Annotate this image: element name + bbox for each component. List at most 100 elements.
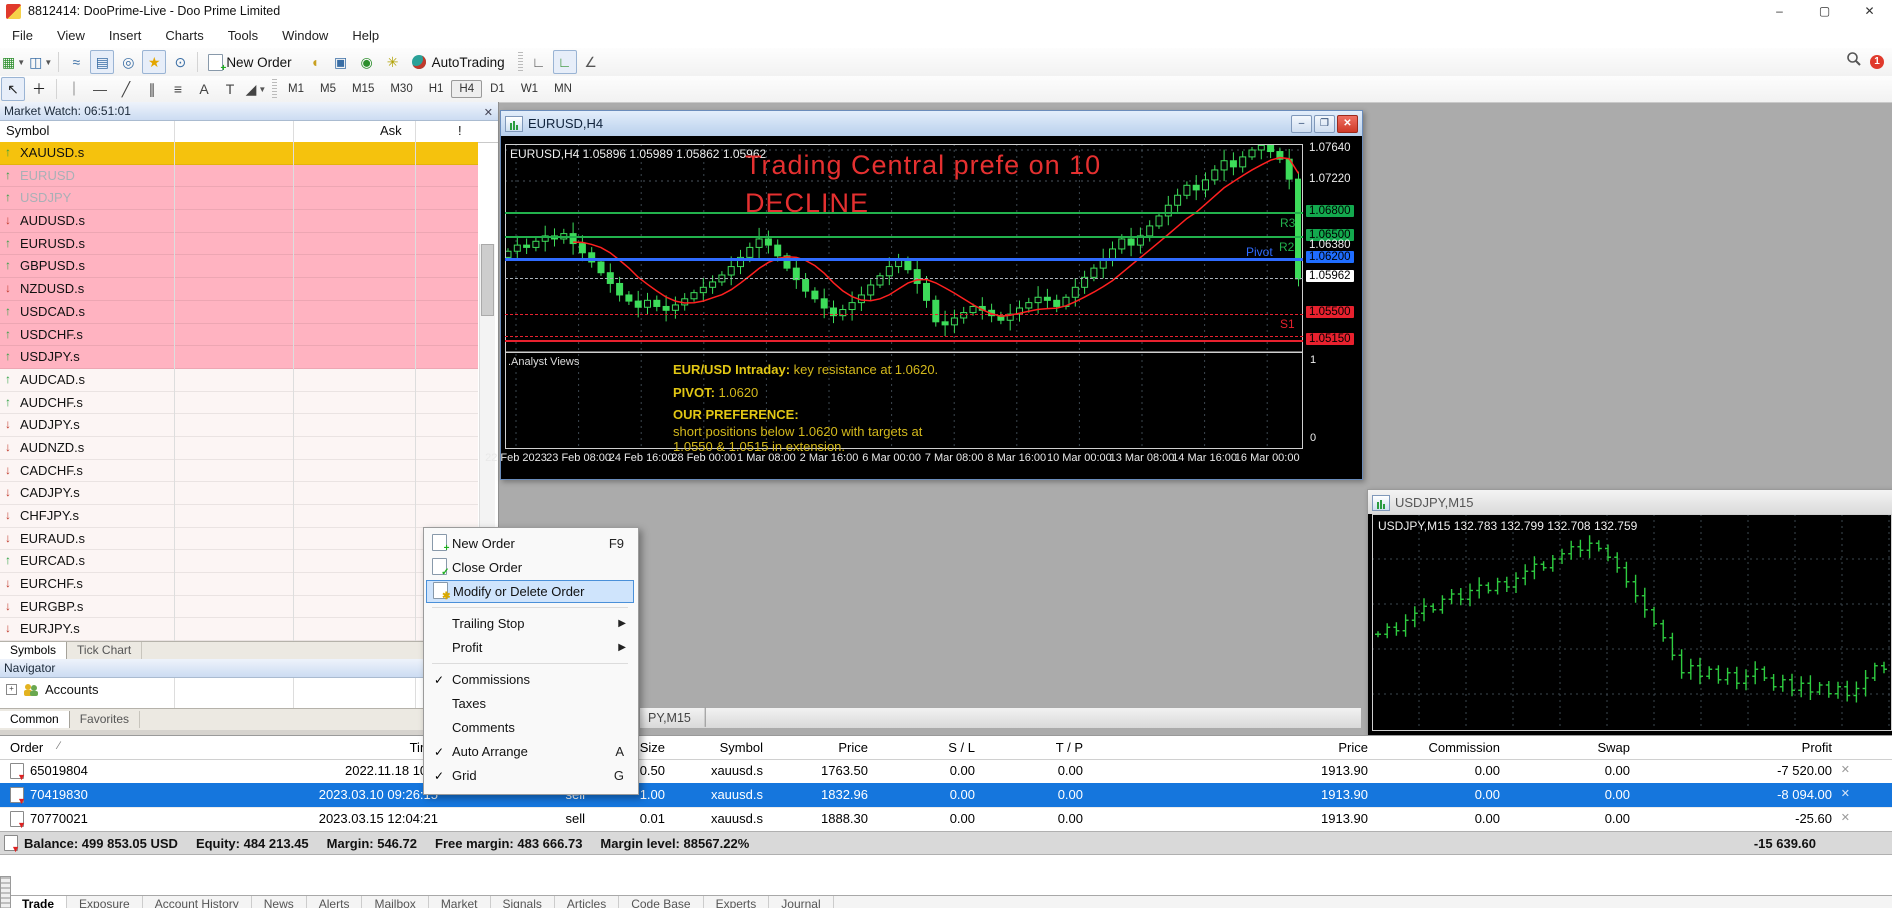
data-window-button[interactable]: ◎	[116, 50, 140, 74]
market-watch-row[interactable]: ↑EURUSD1.059571.0596811	[0, 165, 478, 188]
tab-tick-chart[interactable]: Tick Chart	[67, 642, 142, 660]
tab-common[interactable]: Common	[0, 711, 70, 728]
timeframe-d1[interactable]: D1	[482, 80, 513, 98]
timeframe-h4[interactable]: H4	[451, 80, 482, 98]
shapes-tool[interactable]: ◢▼	[244, 77, 268, 101]
panel-grip[interactable]	[0, 876, 11, 908]
menu-item-comments[interactable]: Comments	[426, 716, 634, 739]
usdjpy-window-titlebar[interactable]: USDJPY,M15	[1368, 490, 1892, 516]
candle-chart-mode-button[interactable]: ∟	[553, 50, 577, 74]
market-watch-row[interactable]: ↑AUDCHF.s0.616540.6167117	[0, 392, 478, 415]
bottom-tab-journal[interactable]: Journal	[769, 896, 833, 908]
timeframe-m5[interactable]: M5	[312, 80, 344, 98]
market-watch-row[interactable]: ↓NZDUSD.s0.615830.6160118	[0, 278, 478, 301]
bottom-tab-signals[interactable]: Signals	[491, 896, 555, 908]
menu-item-charts[interactable]: Charts	[153, 23, 215, 48]
market-watch-row[interactable]: ↓EURGBP.s0.877470.87760	[0, 596, 478, 619]
close-order-icon[interactable]: ✕	[1841, 787, 1850, 800]
bar-chart-mode-button[interactable]: ∟	[527, 50, 551, 74]
news-button[interactable]: ◉	[355, 50, 379, 74]
menu-item-grid[interactable]: ✓GridG	[426, 764, 634, 787]
background-window-titlebar[interactable]: PY,M15 │	[639, 707, 1362, 729]
new-chart-button[interactable]: ▦▼	[1, 50, 26, 74]
market-watch-row[interactable]: ↓EURJPY.s140.669140.690	[0, 618, 478, 641]
tick-chart-button[interactable]: ≈	[64, 50, 88, 74]
menu-item-tools[interactable]: Tools	[216, 23, 270, 48]
vertical-line-tool[interactable]: ｜	[62, 77, 86, 101]
bottom-tab-alerts[interactable]: Alerts	[307, 896, 363, 908]
menu-item-close-order[interactable]: ✓Close Order	[426, 556, 634, 579]
market-watch-row[interactable]: ↓AUDJPY.s87.96587.98924	[0, 414, 478, 437]
channel-tool[interactable]: ∥	[140, 77, 164, 101]
timeframe-m15[interactable]: M15	[344, 80, 382, 98]
line-chart-mode-button[interactable]: ∠	[579, 50, 603, 74]
menu-item-trailing-stop[interactable]: Trailing Stop▶	[426, 612, 634, 635]
expert-settings-button[interactable]: ✳	[381, 50, 405, 74]
title-bar[interactable]: 8812414: DooPrime-Live - Doo Prime Limit…	[0, 0, 1892, 23]
text-label-tool[interactable]: T	[218, 77, 242, 101]
bottom-tab-exposure[interactable]: Exposure	[67, 896, 143, 908]
market-watch-columns[interactable]: SymbolBidAsk!	[0, 121, 498, 143]
maximize-button[interactable]: ▢	[1802, 0, 1847, 22]
market-watch-row[interactable]: ↑USDJPY.s132.752132.77220	[0, 346, 478, 369]
bottom-tab-market[interactable]: Market	[429, 896, 491, 908]
menu-item-commissions[interactable]: ✓Commissions	[426, 668, 634, 691]
new-order-button[interactable]: +New Order	[203, 50, 300, 74]
tab-symbols[interactable]: Symbols	[0, 642, 67, 660]
bottom-tab-mailbox[interactable]: Mailbox	[362, 896, 428, 908]
market-watch-row[interactable]: ↑EURCAD.s1.457041.45729	[0, 550, 478, 573]
search-icon[interactable]	[1846, 51, 1862, 72]
find-symbol-button[interactable]: ⊙	[168, 50, 192, 74]
menu-item-help[interactable]: Help	[340, 23, 391, 48]
timeframe-m1[interactable]: M1	[280, 80, 312, 98]
favorites-button[interactable]: ★	[142, 50, 166, 74]
menu-item-auto-arrange[interactable]: ✓Auto ArrangeA	[426, 740, 634, 763]
print-button[interactable]: ▣	[329, 50, 353, 74]
timeframe-m30[interactable]: M30	[382, 80, 420, 98]
chart-close-button[interactable]: ✕	[1337, 115, 1358, 133]
order-row[interactable]: ▼704198302023.03.10 09:26:15sell1.00xauu…	[0, 783, 1892, 808]
chart-minimize-button[interactable]: –	[1291, 115, 1312, 133]
chart-restore-button[interactable]: ❐	[1314, 115, 1335, 133]
bottom-tab-articles[interactable]: Articles	[555, 896, 619, 908]
market-watch-row[interactable]: ↑USDJPY132.754132.77016	[0, 187, 478, 210]
menu-item-profit[interactable]: Profit▶	[426, 636, 634, 659]
bottom-tab-code-base[interactable]: Code Base	[619, 896, 703, 908]
market-watch-row[interactable]: ↑XAUUSD.s1913.701913.9020	[0, 142, 478, 165]
menu-item-insert[interactable]: Insert	[97, 23, 154, 48]
autotrading-button[interactable]: AutoTrading	[407, 50, 514, 74]
fibonacci-tool[interactable]: ≡	[166, 77, 190, 101]
timeframe-mn[interactable]: MN	[546, 80, 580, 98]
crosshair-tool[interactable]: ＋	[27, 77, 51, 101]
trade-watch-icon[interactable]: ◖	[303, 50, 327, 74]
market-watch-row[interactable]: ↑EURUSD.s1.059571.0596811	[0, 233, 478, 256]
tab-favorites[interactable]: Favorites	[70, 711, 140, 728]
eurusd-window-titlebar[interactable]: EURUSD,H4 – ❐ ✕	[501, 111, 1362, 137]
market-watch-row[interactable]: ↓AUDNZD.s1.075781.0760527	[0, 437, 478, 460]
navigator-accounts-item[interactable]: + Accounts	[6, 682, 98, 697]
order-row[interactable]: ▼707700212023.03.15 12:04:21sell0.01xauu…	[0, 807, 1892, 832]
market-watch-row[interactable]: ↓CADCHF.s0.676570.6767518	[0, 460, 478, 483]
bottom-tab-trade[interactable]: Trade	[10, 896, 67, 908]
market-watch-close-icon[interactable]: ✕	[484, 104, 493, 122]
market-watch-row[interactable]: ↓CHFJPY.s142.659142.69233	[0, 505, 478, 528]
menu-item-taxes[interactable]: Taxes	[426, 692, 634, 715]
market-watch-row[interactable]: ↑GBPUSD.s1.207451.2075914	[0, 255, 478, 278]
close-button[interactable]: ✕	[1847, 0, 1892, 22]
bottom-tab-news[interactable]: News	[252, 896, 307, 908]
menu-item-view[interactable]: View	[45, 23, 97, 48]
market-watch-row[interactable]: ↓AUDUSD.s0.662580.6627618	[0, 210, 478, 233]
notification-badge[interactable]: 1	[1870, 55, 1884, 69]
market-watch-row[interactable]: ↑AUDCAD.s0.911160.9113923	[0, 369, 478, 392]
market-watch-row[interactable]: ↓EURCHF.s0.985940.98611	[0, 573, 478, 596]
menu-item-new-order[interactable]: +New OrderF9	[426, 532, 634, 555]
cursor-tool[interactable]: ↖	[1, 77, 25, 101]
order-row[interactable]: ▼650198042022.11.18 10:30.50xauusd.s1763…	[0, 759, 1892, 784]
timeframe-h1[interactable]: H1	[421, 80, 452, 98]
text-tool[interactable]: A	[192, 77, 216, 101]
trendline-tool[interactable]: ╱	[114, 77, 138, 101]
profiles-button[interactable]: ◫▼	[28, 50, 53, 74]
bottom-tab-account-history[interactable]: Account History	[143, 896, 252, 908]
minimize-button[interactable]: –	[1757, 0, 1802, 22]
market-watch-row[interactable]: ↓CADJPY.s96.53196.55726	[0, 482, 478, 505]
